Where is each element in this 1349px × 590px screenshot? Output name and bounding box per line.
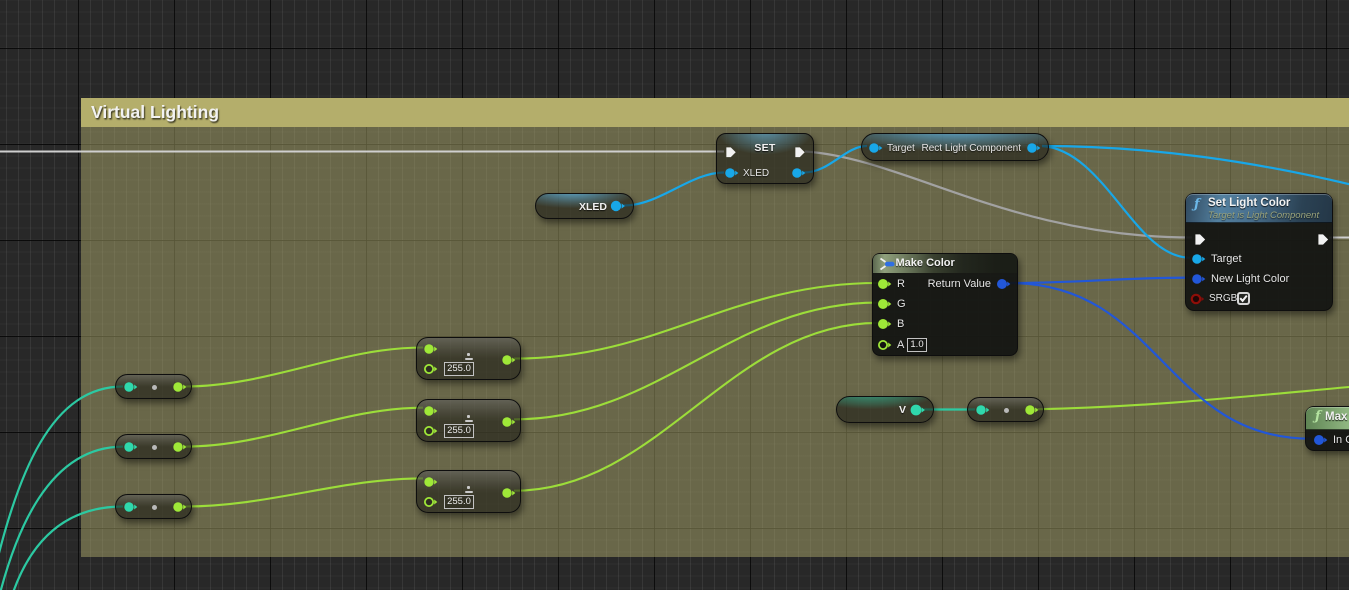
node-divide-r[interactable]: 255.0 <box>416 337 521 380</box>
div3-b-value[interactable]: 255.0 <box>444 495 474 509</box>
mc-g-pin[interactable] <box>877 298 894 310</box>
get-v-label: V <box>899 404 906 416</box>
div2-out-pin[interactable] <box>501 416 518 428</box>
mc-a-pin[interactable] <box>877 339 894 351</box>
divide-icon <box>467 353 470 356</box>
xled-input-label: XLED <box>743 168 769 180</box>
rect-output-label: Rect Light Component <box>921 143 1021 155</box>
function-icon: ƒ <box>1194 197 1200 212</box>
conv1-out-pin[interactable] <box>172 381 189 393</box>
conv2-in-pin[interactable] <box>123 441 140 453</box>
conversion-dot-icon <box>1004 408 1009 413</box>
slc-target-pin[interactable] <box>1191 253 1208 265</box>
div2-b-value[interactable]: 255.0 <box>444 424 474 438</box>
exec-out-pin[interactable] <box>794 146 807 159</box>
div1-b-pin[interactable] <box>423 363 440 375</box>
div3-a-pin[interactable] <box>423 476 440 488</box>
conversion-dot-icon <box>152 385 157 390</box>
conv3-in-pin[interactable] <box>123 501 140 513</box>
conversion-dot-icon <box>152 505 157 510</box>
slc-new-light-color-pin[interactable] <box>1191 273 1208 285</box>
mc-g-label: G <box>897 298 906 310</box>
node-set-light-color[interactable]: ƒ Set Light Color Target is Light Compon… <box>1185 193 1333 311</box>
srgb-checkbox[interactable] <box>1237 292 1250 305</box>
mc-title: Make Color <box>896 257 955 269</box>
node-make-color[interactable]: Make Color R G B A 1.0 Return Value <box>872 253 1018 356</box>
div2-b-pin[interactable] <box>423 425 440 437</box>
mc-a-label: A <box>897 339 904 351</box>
node-conv-int-float-2[interactable] <box>115 434 192 459</box>
node-conv-int-float-v[interactable] <box>967 397 1044 422</box>
mc-return-pin[interactable] <box>996 278 1013 290</box>
node-divide-g[interactable]: 255.0 <box>416 399 521 442</box>
node-max-float[interactable]: ƒ Max (float) In Color <box>1305 406 1349 451</box>
node-get-v[interactable]: V <box>836 396 934 423</box>
div3-out-pin[interactable] <box>501 487 518 499</box>
set-output-pin[interactable] <box>791 167 808 179</box>
node-get-xled[interactable]: XLED <box>535 193 634 219</box>
node-set-xled[interactable]: SET XLED <box>716 133 814 184</box>
max-in-color-pin[interactable] <box>1313 434 1330 446</box>
node-conv-int-float-1[interactable] <box>115 374 192 399</box>
get-xled-output-pin[interactable] <box>610 200 627 212</box>
get-xled-label: XLED <box>579 201 607 213</box>
mc-return-label: Return Value <box>928 278 991 290</box>
divide-icon-bar <box>465 358 474 360</box>
slc-target-label: Target <box>1211 253 1242 265</box>
rect-target-label: Target <box>887 143 915 155</box>
comment-box-title[interactable]: Virtual Lighting <box>81 98 1349 127</box>
div1-a-pin[interactable] <box>423 343 440 355</box>
slc-header: ƒ Set Light Color Target is Light Compon… <box>1186 194 1332 223</box>
slc-exec-out-pin[interactable] <box>1317 233 1330 246</box>
comment-title-text: Virtual Lighting <box>91 102 219 122</box>
rect-output-pin[interactable] <box>1026 142 1043 154</box>
convv-out-pin[interactable] <box>1024 404 1041 416</box>
convv-in-pin[interactable] <box>975 404 992 416</box>
divide-icon-bar <box>465 420 474 422</box>
function-icon: ƒ <box>1315 409 1321 424</box>
mc-r-label: R <box>897 278 905 290</box>
divide-icon <box>467 415 470 418</box>
div3-b-pin[interactable] <box>423 496 440 508</box>
div1-out-pin[interactable] <box>501 354 518 366</box>
check-icon <box>1239 294 1248 303</box>
blueprint-graph: Virtual Lighting SET XLED <box>0 0 1349 590</box>
div1-b-value[interactable]: 255.0 <box>444 362 474 376</box>
max-title: Max (float) <box>1325 411 1349 423</box>
mc-a-value[interactable]: 1.0 <box>907 338 927 352</box>
divide-icon-bar <box>465 491 474 493</box>
xled-input-pin[interactable] <box>724 167 741 179</box>
slc-exec-in-pin[interactable] <box>1194 233 1207 246</box>
slc-new-light-color-label: New Light Color <box>1211 273 1289 285</box>
node-conv-int-float-3[interactable] <box>115 494 192 519</box>
conv3-out-pin[interactable] <box>172 501 189 513</box>
comment-box-body[interactable] <box>81 98 1349 557</box>
node-divide-b[interactable]: 255.0 <box>416 470 521 513</box>
get-v-output-pin[interactable] <box>910 404 927 416</box>
slc-subtitle: Target is Light Component <box>1208 210 1319 221</box>
max-header: ƒ Max (float) <box>1306 407 1349 430</box>
conversion-dot-icon <box>152 445 157 450</box>
rect-target-input-pin[interactable] <box>868 142 885 154</box>
slc-srgb-pin[interactable] <box>1190 293 1207 305</box>
mc-b-pin[interactable] <box>877 318 894 330</box>
divide-icon <box>467 486 470 489</box>
mc-header: Make Color <box>873 254 1017 273</box>
mc-b-label: B <box>897 318 904 330</box>
exec-in-pin[interactable] <box>725 146 738 159</box>
conv2-out-pin[interactable] <box>172 441 189 453</box>
mc-r-pin[interactable] <box>877 278 894 290</box>
node-get-rect-light-component[interactable]: Target Rect Light Component <box>861 133 1049 161</box>
max-in-color-label: In Color <box>1333 434 1349 446</box>
div2-a-pin[interactable] <box>423 405 440 417</box>
conv1-in-pin[interactable] <box>123 381 140 393</box>
slc-title: Set Light Color <box>1208 197 1290 209</box>
slc-srgb-label: SRGB <box>1209 293 1237 305</box>
